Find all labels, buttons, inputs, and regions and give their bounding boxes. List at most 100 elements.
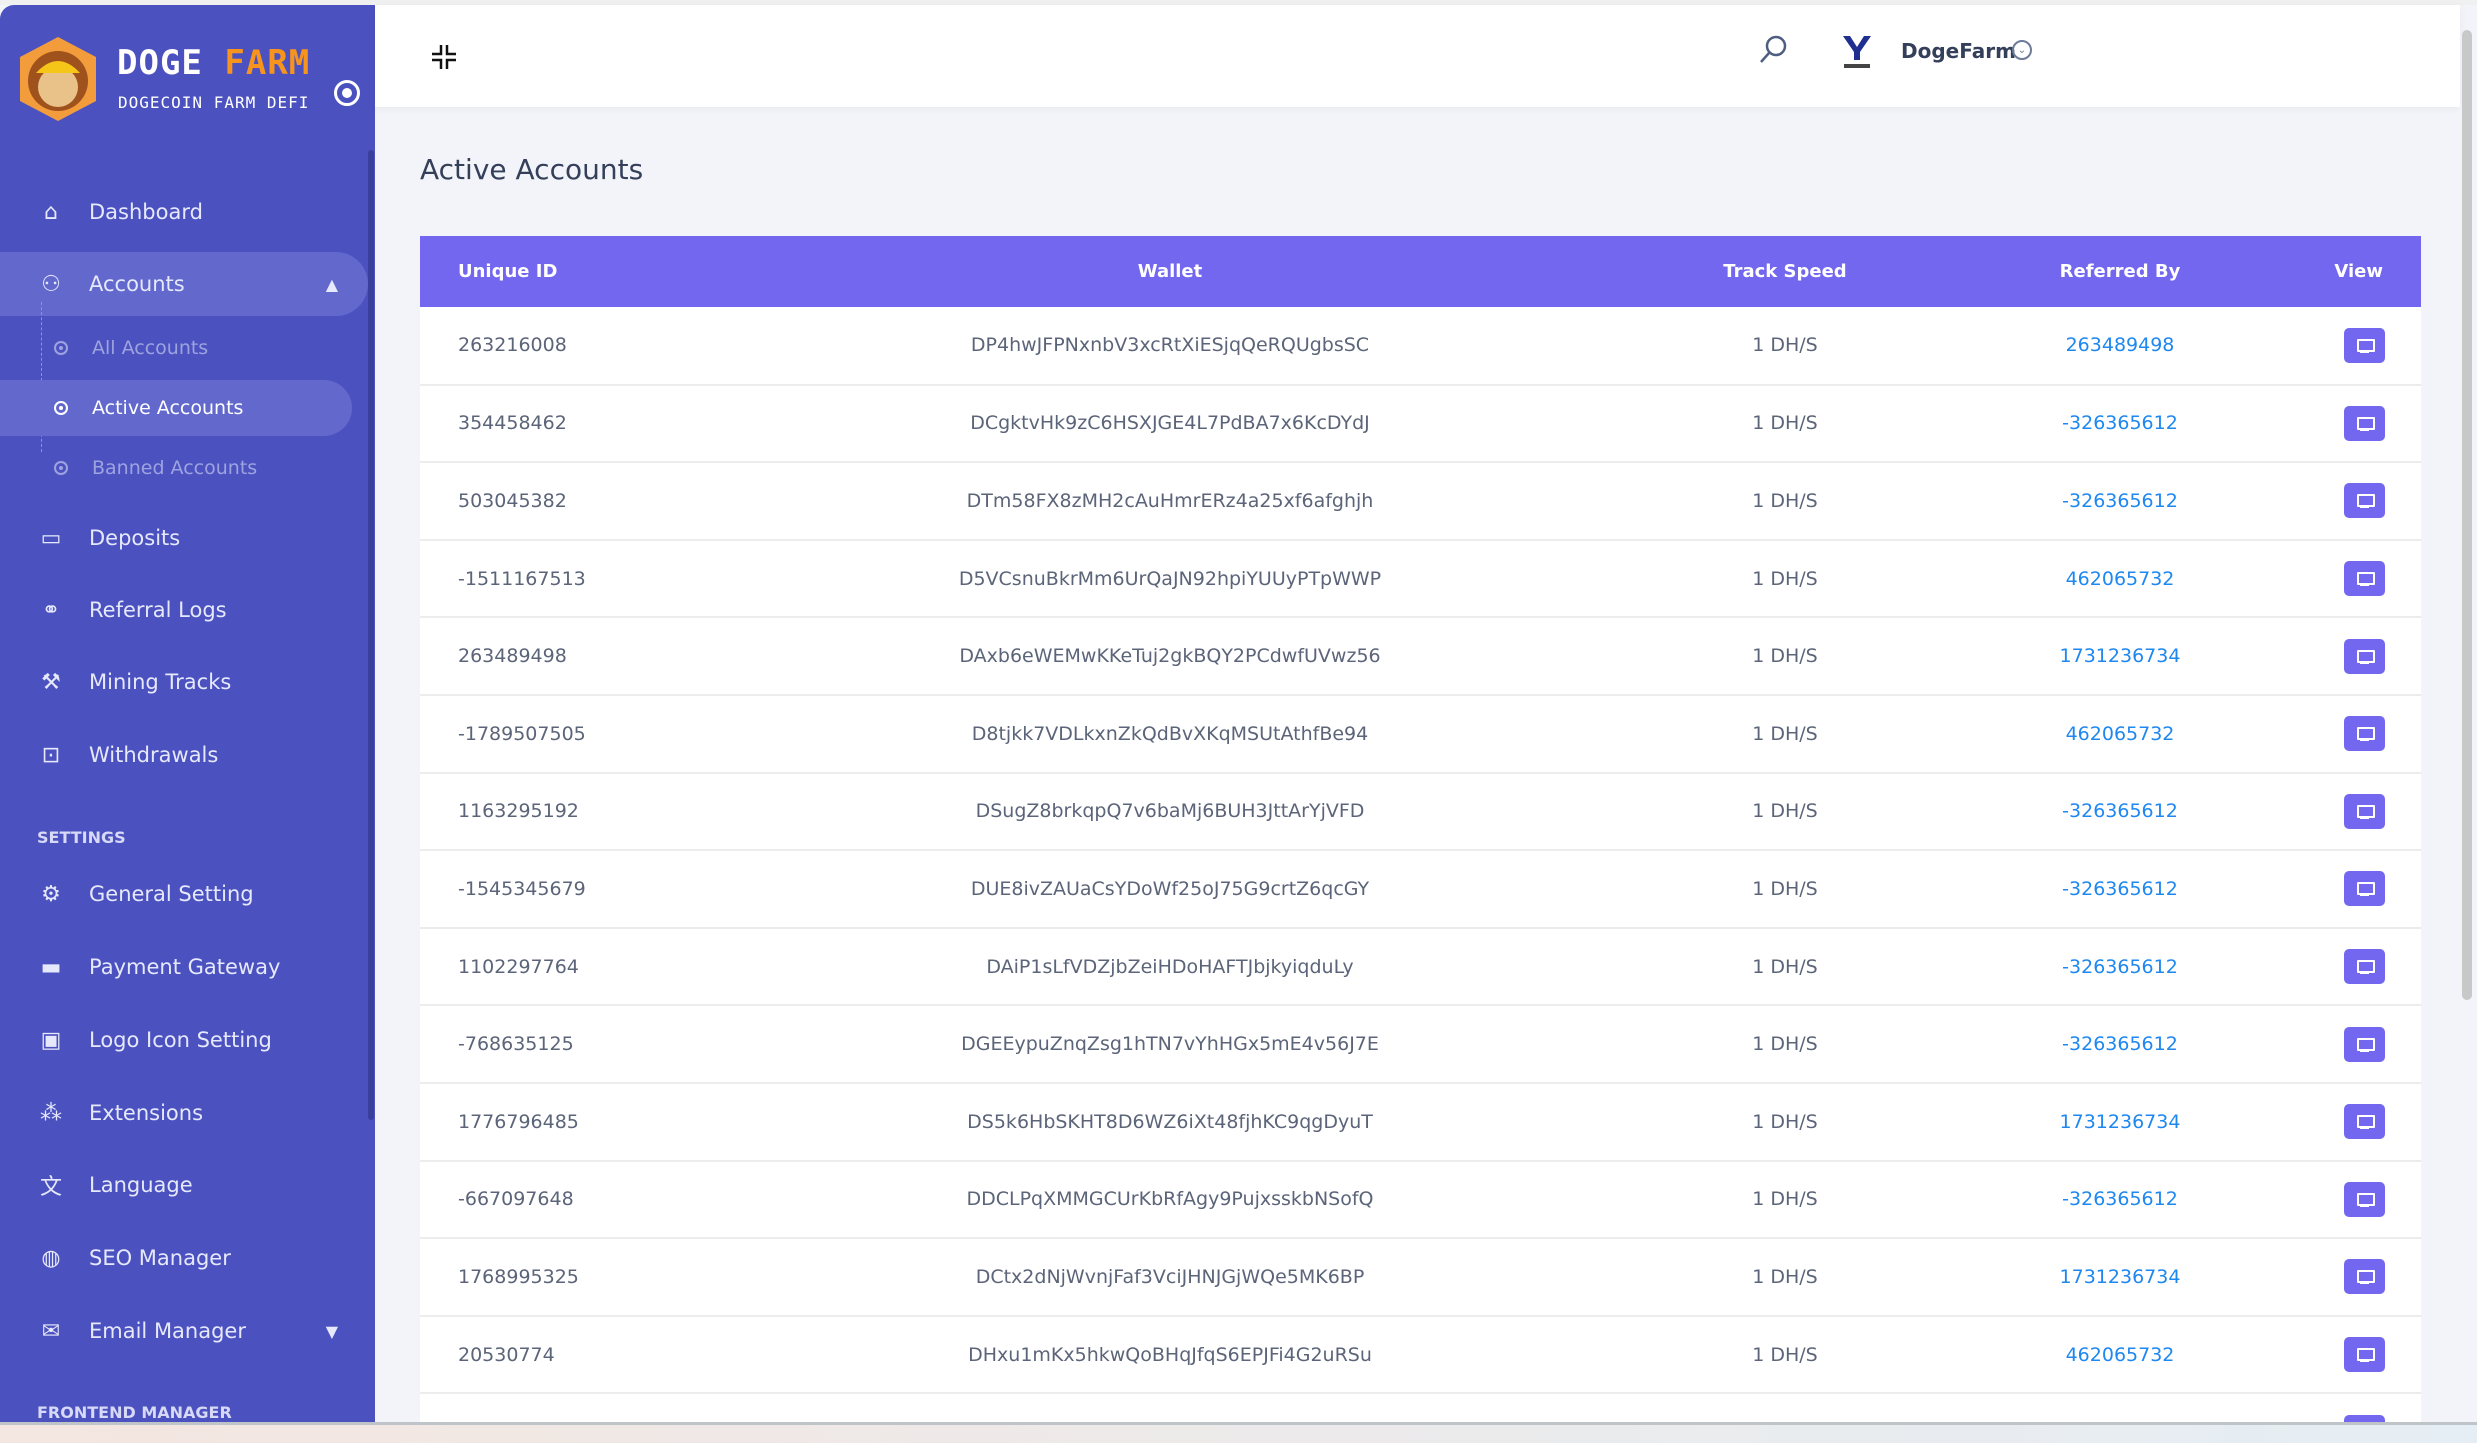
sidebar-item-label: Accounts [89,272,185,296]
referred-by-link[interactable]: 263489498 [1950,307,2250,386]
view-cell [2250,1005,2421,1084]
referred-by-link[interactable]: 1731236734 [1950,1082,2250,1162]
referred-by-link[interactable]: -326365612 [1950,384,2250,464]
referred-by-link[interactable]: -326365612 [1950,462,2250,541]
collapse-icon[interactable] [430,43,458,71]
sidebar-item-label: Payment Gateway [89,955,281,979]
sidebar-item-mining-tracks[interactable]: ⚒ Mining Tracks [0,650,368,714]
chevron-up-icon: ▲ [325,274,338,294]
track-speed-cell: 1 DH/S [1620,1238,1950,1317]
sidebar-item-email-manager[interactable]: ✉ Email Manager ▼ [0,1299,368,1363]
column-header-unique-id: Unique ID [458,261,558,282]
column-header-wallet: Wallet [1137,261,1203,282]
sidebar-subitem-label: Banned Accounts [92,457,258,479]
referred-by-link[interactable]: -326365612 [1950,850,2250,929]
sidebar-toggle-button[interactable] [334,80,360,106]
referred-by-link[interactable]: 462065732 [1950,694,2250,774]
sidebar-item-withdrawals[interactable]: ⊡ Withdrawals [0,723,368,787]
brand-name: DOGE FARM [117,43,310,83]
referred-by-link[interactable]: 1731236734 [1950,1238,2250,1317]
table-row: 20530774 DHxu1mKx5hkwQoBHqJfqS6EPJFi4G2uR… [420,1315,2421,1395]
chevron-down-icon[interactable]: ⌄ [2012,40,2032,60]
view-button[interactable] [2344,871,2385,907]
view-button[interactable] [2344,327,2385,363]
view-cell [2250,384,2421,464]
view-button[interactable] [2344,949,2385,985]
search-icon[interactable] [1758,34,1788,66]
view-cell [2250,1238,2421,1317]
referred-by-link[interactable]: -326365612 [1950,1160,2250,1240]
track-speed-cell: 1 DH/S [1620,617,1950,696]
circle-dot-icon [54,461,68,475]
sidebar-item-deposits[interactable]: ▭ Deposits [0,506,368,570]
sidebar-item-accounts[interactable]: ⚇ Accounts ▲ [0,252,368,316]
circle-dot-icon [54,341,68,355]
track-speed-cell: 1 DH/S [1620,1082,1950,1162]
table-row: -1511167513 D5VCsnuBkrMm6UrQaJN92hpiYUUyP… [420,539,2421,619]
hammer-icon: ⚒ [41,669,61,695]
page-title: Active Accounts [420,153,644,186]
view-button[interactable] [2344,1259,2385,1295]
view-button[interactable] [2344,793,2385,829]
view-cell [2250,462,2421,541]
unique-id-cell: 354458462 [420,384,720,464]
money-icon: ⊡ [41,742,61,768]
sidebar-item-label: Mining Tracks [89,670,232,694]
sidebar-scrollbar[interactable] [368,150,374,1120]
view-button[interactable] [2344,1337,2385,1373]
track-speed-cell: 1 DH/S [1620,1160,1950,1240]
sidebar-item-extensions[interactable]: ⁂ Extensions [0,1081,368,1145]
unique-id-cell: 1163295192 [420,772,720,852]
table-row: -768635125 DGEEypuZnqZsg1hTN7vYhHGx5mE4v5… [420,1005,2421,1084]
sidebar-subitem-banned-accounts[interactable]: Banned Accounts [0,440,352,496]
accounts-table: Unique ID Wallet Track Speed Referred By… [420,236,2421,1422]
view-button[interactable] [2344,1414,2385,1422]
table-row: 263489498 DAxb6eWEMwKKeTuj2gkBQY2PCdwfUVw… [420,617,2421,696]
wallet-cell: DAiP1sLfVDZjbZeiHDoHAFTJbjkyiqduLy [720,927,1620,1007]
table-row [420,1393,2421,1422]
view-button[interactable] [2344,1104,2385,1140]
referred-by-link[interactable]: -326365612 [1950,772,2250,852]
referred-by-link[interactable]: -326365612 [1950,1005,2250,1084]
sidebar-subitem-all-accounts[interactable]: All Accounts [0,320,352,376]
wallet-cell: DP4hwJFPNxnbV3xcRtXiESjqQeRQUgbsSC [720,307,1620,386]
app: DOGE FARM DOGECOIN FARM DEFI ⌂ Dashboard … [0,0,2477,1443]
sidebar-item-label: Language [89,1173,193,1197]
sidebar-subitem-active-accounts[interactable]: Active Accounts [0,380,352,436]
globe-icon: ◍ [41,1245,61,1271]
sidebar-item-dashboard[interactable]: ⌂ Dashboard [0,180,368,244]
view-button[interactable] [2344,405,2385,441]
username[interactable]: DogeFarm [1901,39,2016,63]
sidebar-item-language[interactable]: 文 Language [0,1153,368,1217]
wallet-cell: DGEEypuZnqZsg1hTN7vYhHGx5mE4v56J7E [720,1005,1620,1084]
brand-name-doge: DOGE [117,43,203,83]
wallet-cell: DAxb6eWEMwKKeTuj2gkBQY2PCdwfUVwz56 [720,617,1620,696]
view-button[interactable] [2344,716,2385,752]
referred-by-link[interactable]: -326365612 [1950,927,2250,1007]
sidebar-item-payment-gateway[interactable]: ▬ Payment Gateway [0,935,368,999]
unique-id-cell: -667097648 [420,1160,720,1240]
unique-id-cell: 1102297764 [420,927,720,1007]
view-button[interactable] [2344,1181,2385,1217]
unique-id-cell: -1511167513 [420,539,720,619]
view-button[interactable] [2344,638,2385,674]
user-avatar[interactable] [1840,34,1874,72]
sidebar-item-logo-icon-setting[interactable]: ▣ Logo Icon Setting [0,1008,368,1072]
view-cell [2250,617,2421,696]
view-button[interactable] [2344,1026,2385,1062]
view-button[interactable] [2344,561,2385,597]
view-cell [2250,539,2421,619]
sidebar-item-seo-manager[interactable]: ◍ SEO Manager [0,1226,368,1290]
referred-by-link[interactable]: 462065732 [1950,539,2250,619]
page-scrollbar[interactable] [2462,30,2472,1000]
table-row: 1768995325 DCtx2dNjWvnjFaf3VciJHNJGjWQe5M… [420,1238,2421,1317]
sidebar-subitem-label: All Accounts [92,337,209,359]
view-button[interactable] [2344,483,2385,519]
sidebar-item-referral-logs[interactable]: ⚭ Referral Logs [0,578,368,642]
track-speed-cell: 1 DH/S [1620,694,1950,774]
referred-by-link[interactable]: 1731236734 [1950,617,2250,696]
referred-by-link[interactable] [1950,1393,2250,1422]
circle-dot-icon [54,401,68,415]
referred-by-link[interactable]: 462065732 [1950,1315,2250,1395]
sidebar-item-general-setting[interactable]: ⚙ General Setting [0,862,368,926]
